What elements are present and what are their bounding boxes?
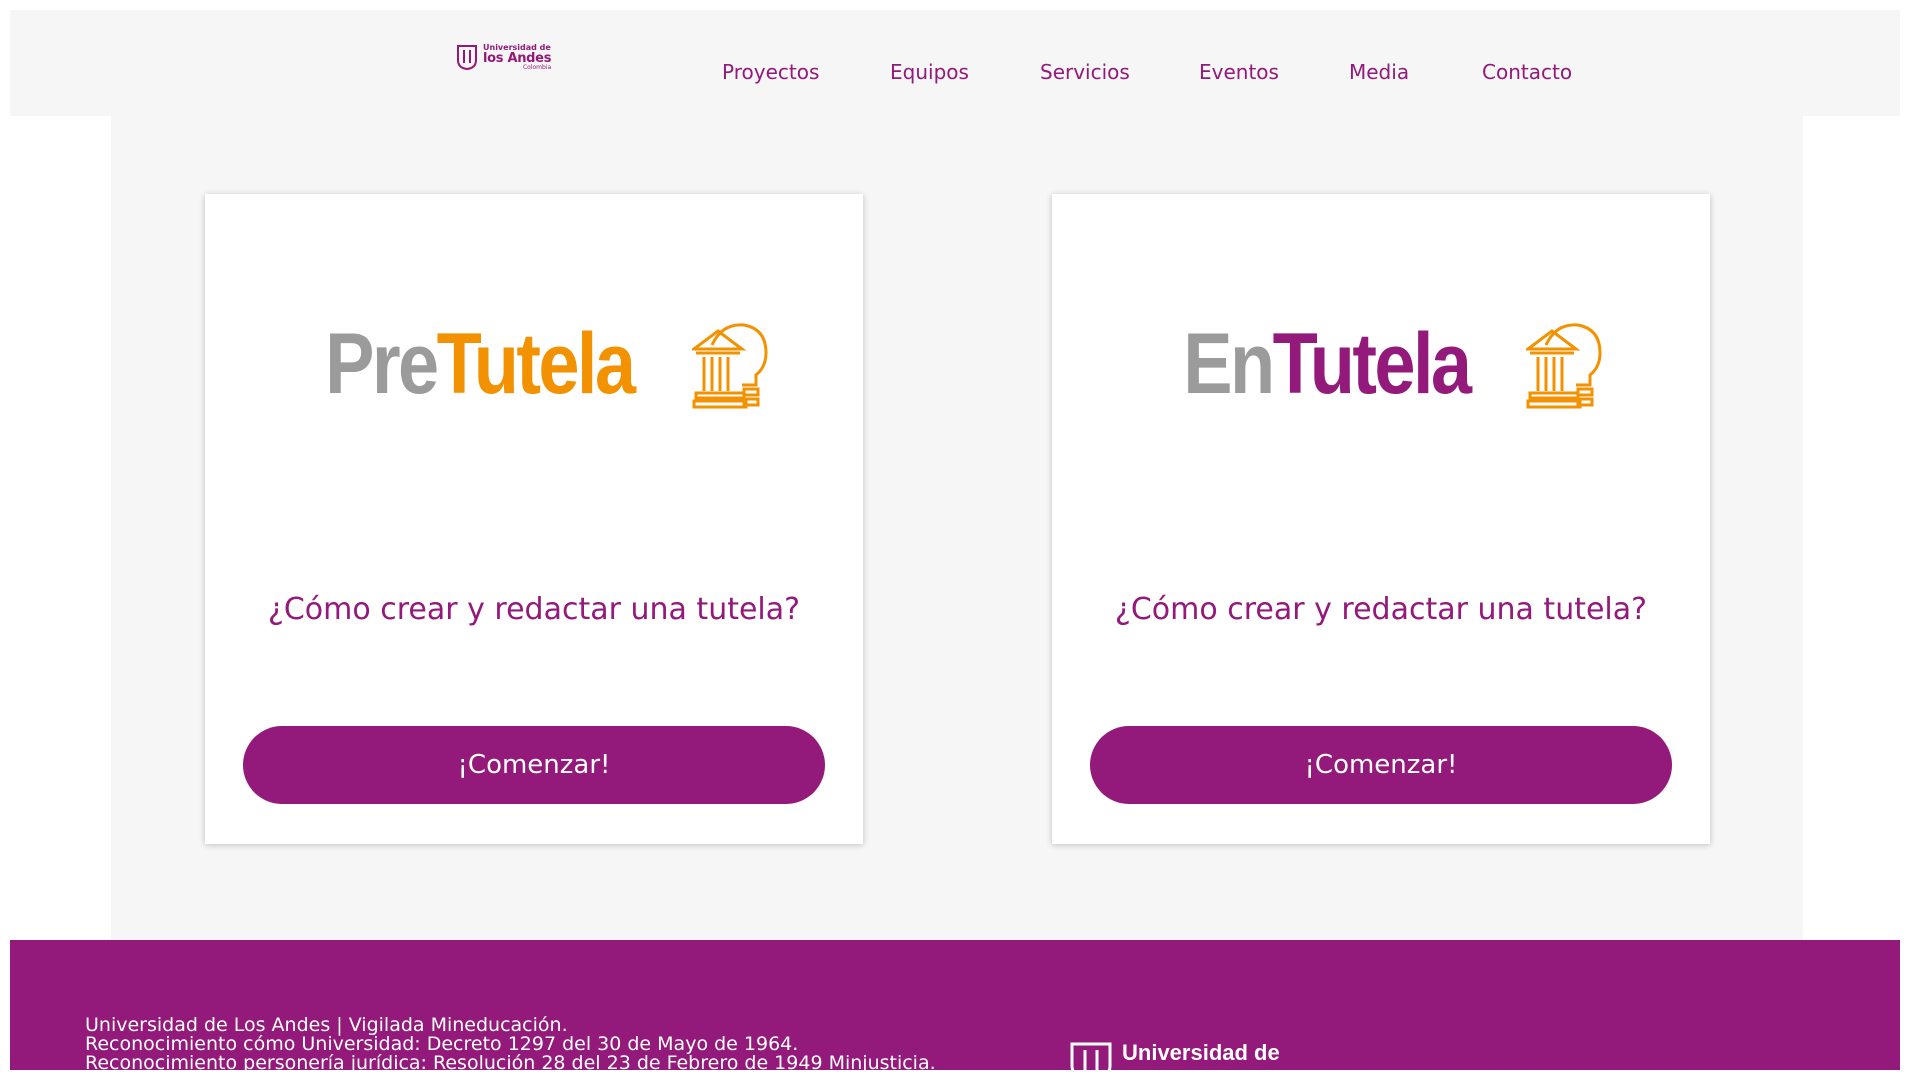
start-button[interactable]: ¡Comenzar! <box>243 726 825 804</box>
shield-logo-icon <box>1070 1042 1112 1070</box>
card-question: ¿Cómo crear y redactar una tutela? <box>1114 592 1648 627</box>
nav-eventos[interactable]: Eventos <box>1199 60 1279 84</box>
brand-main: Tutela <box>436 316 635 412</box>
footer-logo-text: Universidad de <box>1122 1040 1280 1065</box>
lightbulb-courthouse-icon <box>1526 323 1602 409</box>
start-button[interactable]: ¡Comenzar! <box>1090 726 1672 804</box>
nav-servicios[interactable]: Servicios <box>1040 60 1130 84</box>
pretutela-logo: PreTutela <box>205 314 863 414</box>
card-pretutela: PreTutela ¿Cómo crear y redactar una tut… <box>205 194 863 844</box>
footer: Universidad de Los Andes | Vigilada Mine… <box>10 940 1900 1070</box>
entutela-wordmark: EnTutela <box>1183 321 1472 407</box>
nav-contacto[interactable]: Contacto <box>1482 60 1572 84</box>
nav-proyectos[interactable]: Proyectos <box>722 60 819 84</box>
brand-main: Tutela <box>1272 316 1471 412</box>
card-entutela: EnTutela ¿Cómo crear y redactar una tute… <box>1052 194 1710 844</box>
nav-equipos[interactable]: Equipos <box>890 60 969 84</box>
brand-prefix: Pre <box>324 316 439 412</box>
footer-line: Reconocimiento personería jurídica: Reso… <box>85 1052 936 1071</box>
lightbulb-courthouse-icon <box>692 323 768 409</box>
pretutela-wordmark: PreTutela <box>325 321 636 407</box>
entutela-logo: EnTutela <box>1052 314 1710 414</box>
card-question: ¿Cómo crear y redactar una tutela? <box>267 592 801 627</box>
footer-uniandes-logo[interactable]: Universidad de <box>1068 1040 1280 1070</box>
main-nav: Proyectos Equipos Servicios Eventos Medi… <box>10 60 1900 86</box>
nav-media[interactable]: Media <box>1349 60 1409 84</box>
footer-legal-text: Universidad de Los Andes | Vigilada Mine… <box>85 1016 936 1071</box>
brand-prefix: En <box>1182 316 1275 412</box>
top-navigation-bar: Universidad de los Andes Colombia Proyec… <box>10 10 1900 116</box>
